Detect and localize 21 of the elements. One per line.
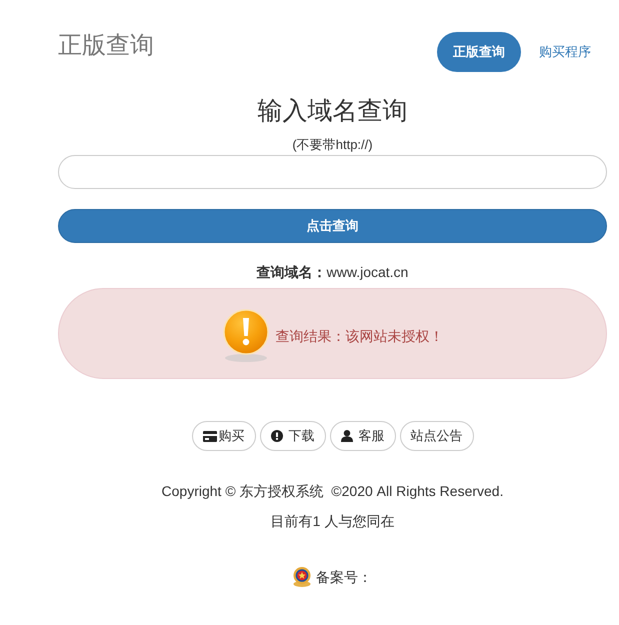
- exclamation-circle-icon: [270, 430, 282, 442]
- nav-tab[interactable]: 正版查询: [437, 32, 521, 72]
- hint-text: (不要带http://): [291, 136, 374, 154]
- police-emblem-icon: [293, 566, 311, 587]
- query-button[interactable]: 点击查询: [58, 209, 607, 243]
- domain-input-field[interactable]: [58, 155, 607, 189]
- queried-domain-text: 查询域名：www.jocat.cn: [255, 263, 410, 282]
- site-title: 正版查询: [58, 33, 154, 59]
- action-button[interactable]: 站点公告: [400, 421, 474, 451]
- online-count-text: 目前有1 人与您同在: [270, 512, 396, 531]
- page-heading: 输入域名查询: [256, 96, 408, 126]
- warning-icon: [222, 308, 270, 362]
- alert-message: 查询结果：该网站未授权！: [276, 326, 444, 346]
- action-button[interactable]: 下载: [260, 421, 326, 451]
- copyright-text: Copyright © 东方授权系统 ©2020 All Rights Reserved.: [160, 482, 504, 501]
- action-button[interactable]: 客服: [330, 421, 396, 451]
- record-number-label: 备案号：: [316, 568, 372, 586]
- action-button[interactable]: 购买: [192, 421, 256, 451]
- user-icon: [340, 430, 352, 442]
- nav-tab[interactable]: 购买程序: [523, 32, 607, 72]
- credit-card-icon: [202, 430, 216, 442]
